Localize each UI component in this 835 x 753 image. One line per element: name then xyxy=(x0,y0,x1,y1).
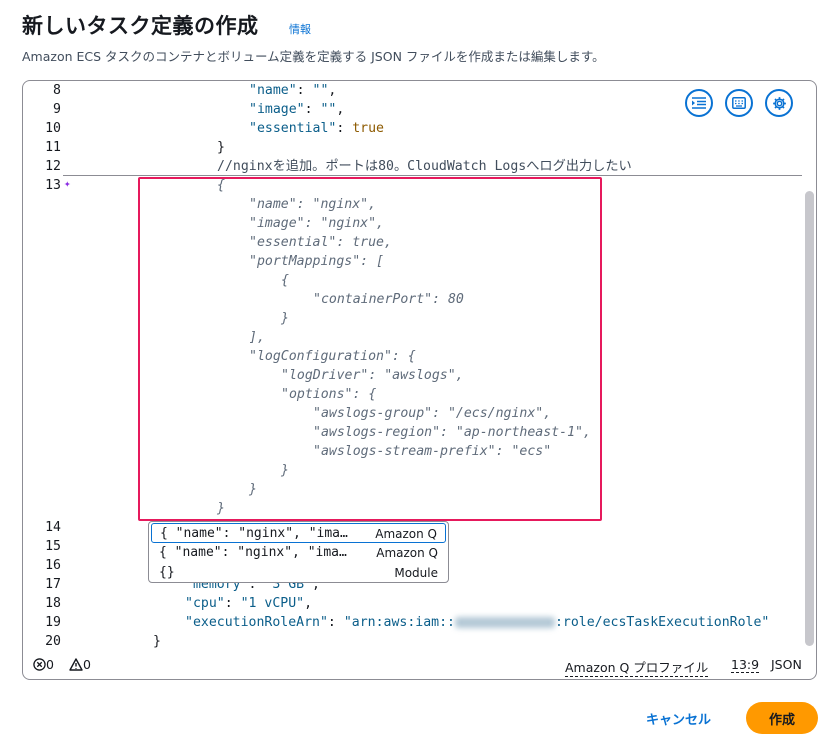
line-number: 8 xyxy=(53,83,61,98)
code-token: //nginxを追加。ポートは80。CloudWatch Logsへログ出力した… xyxy=(217,159,632,174)
gear-icon xyxy=(772,96,786,110)
page-description: Amazon ECS タスクのコンテナとボリューム定義を定義する JSON ファ… xyxy=(22,49,605,64)
code-token: : xyxy=(336,121,353,136)
indent-icon xyxy=(692,97,706,109)
warning-icon xyxy=(69,658,83,671)
code-text: //nginxを追加。ポートは80。CloudWatch Logsへログ出力した… xyxy=(217,157,632,176)
suggestion-label: {} xyxy=(159,565,175,580)
suggestion-label: { "name": "nginx", "ima… xyxy=(159,545,347,560)
code-token: "arn:aws:iam:: xyxy=(343,615,455,630)
line-number: 19 xyxy=(45,615,61,630)
line-number: 15 xyxy=(45,539,61,554)
code-token: , xyxy=(336,102,345,117)
code-token: "executionRoleArn" xyxy=(185,615,328,630)
warning-count[interactable]: 0 xyxy=(69,657,91,672)
json-editor[interactable]: 8 "name": "", 9 "image": "", 10 "essential": … xyxy=(22,80,817,680)
warning-count-value: 0 xyxy=(83,657,91,672)
code-line[interactable]: 11} xyxy=(23,138,816,157)
code-text: "essential": true xyxy=(249,119,384,138)
line-number: 14 xyxy=(45,520,61,535)
line-number: 13 xyxy=(45,178,61,193)
code-token: :role/ecsTaskExecutionRole" xyxy=(554,615,770,630)
suggestion-label: { "name": "nginx", "ima… xyxy=(160,526,348,541)
info-link[interactable]: 情報 xyxy=(289,21,311,37)
suggestion-source: Amazon Q xyxy=(376,546,438,560)
settings-button[interactable] xyxy=(765,89,793,117)
suggestion-source: Amazon Q xyxy=(375,527,437,541)
cancel-button[interactable]: キャンセル xyxy=(646,709,711,728)
code-token: : xyxy=(224,596,241,611)
keyboard-shortcuts-button[interactable] xyxy=(725,89,753,117)
code-token: } xyxy=(217,140,225,155)
code-token: true xyxy=(352,121,384,136)
line-number: 16 xyxy=(45,558,61,573)
code-token: : xyxy=(327,615,344,630)
error-count[interactable]: 0 xyxy=(33,657,54,672)
code-token: "1 vCPU" xyxy=(240,596,305,611)
line-number: 17 xyxy=(45,577,61,592)
code-text: "name": "", xyxy=(249,81,336,100)
error-count-value: 0 xyxy=(46,657,54,672)
line-number: 9 xyxy=(53,102,61,117)
code-token: } xyxy=(153,634,161,649)
code-token: , xyxy=(304,596,313,611)
suggestion-item[interactable]: { "name": "nginx", "ima… Amazon Q xyxy=(151,523,446,543)
code-text: "cpu": "1 vCPU", xyxy=(185,594,312,613)
suggestion-item[interactable]: { "name": "nginx", "ima… Amazon Q xyxy=(151,543,446,563)
language-mode: JSON xyxy=(771,657,802,672)
code-token: : xyxy=(304,102,321,117)
code-token: , xyxy=(328,83,337,98)
line-number: 11 xyxy=(45,140,61,155)
code-line[interactable]: 18 "cpu": "1 vCPU", xyxy=(23,594,816,613)
code-token: "" xyxy=(312,83,329,98)
code-line[interactable]: 19 "executionRoleArn": "arn:aws:iam:::rol… xyxy=(23,613,816,632)
code-token: "image" xyxy=(249,102,305,117)
create-button[interactable]: 作成 xyxy=(746,702,818,734)
cursor-position[interactable]: 13:9 xyxy=(731,657,760,673)
autocomplete-popup: { "name": "nginx", "ima… Amazon Q { "nam… xyxy=(148,521,449,583)
code-text: "image": "", xyxy=(249,100,344,119)
code-token: : xyxy=(296,83,313,98)
error-icon xyxy=(33,658,46,671)
redacted-account-id xyxy=(454,616,555,628)
indent-button[interactable] xyxy=(685,89,713,117)
code-token: "essential" xyxy=(249,121,337,136)
amazon-q-sparkle-icon: ✦ xyxy=(64,177,71,190)
editor-status-bar: 0 0 Amazon Q プロファイル 13:9 JSON xyxy=(23,649,816,679)
keyboard-icon xyxy=(732,97,746,109)
page-title: 新しいタスク定義の作成 xyxy=(22,14,259,38)
line-number: 10 xyxy=(45,121,61,136)
code-token: "cpu" xyxy=(185,596,225,611)
suggestion-item[interactable]: {} Module xyxy=(151,563,446,583)
code-line[interactable]: 10 "essential": true xyxy=(23,119,816,138)
line-number: 18 xyxy=(45,596,61,611)
code-token: "name" xyxy=(249,83,297,98)
current-line-indicator xyxy=(63,175,802,176)
line-number: 12 xyxy=(45,159,61,174)
code-text: } xyxy=(217,138,225,157)
code-text: "executionRoleArn": "arn:aws:iam:::role/… xyxy=(185,613,769,632)
code-line[interactable]: 12 //nginxを追加。ポートは80。CloudWatch Logsへログ出力… xyxy=(23,157,816,176)
amazon-q-profile[interactable]: Amazon Q プロファイル xyxy=(565,657,709,677)
vertical-scrollbar[interactable] xyxy=(805,191,814,646)
code-token: "" xyxy=(320,102,337,117)
suggestion-source: Module xyxy=(394,566,438,580)
suggestion-highlight-box xyxy=(138,177,602,521)
